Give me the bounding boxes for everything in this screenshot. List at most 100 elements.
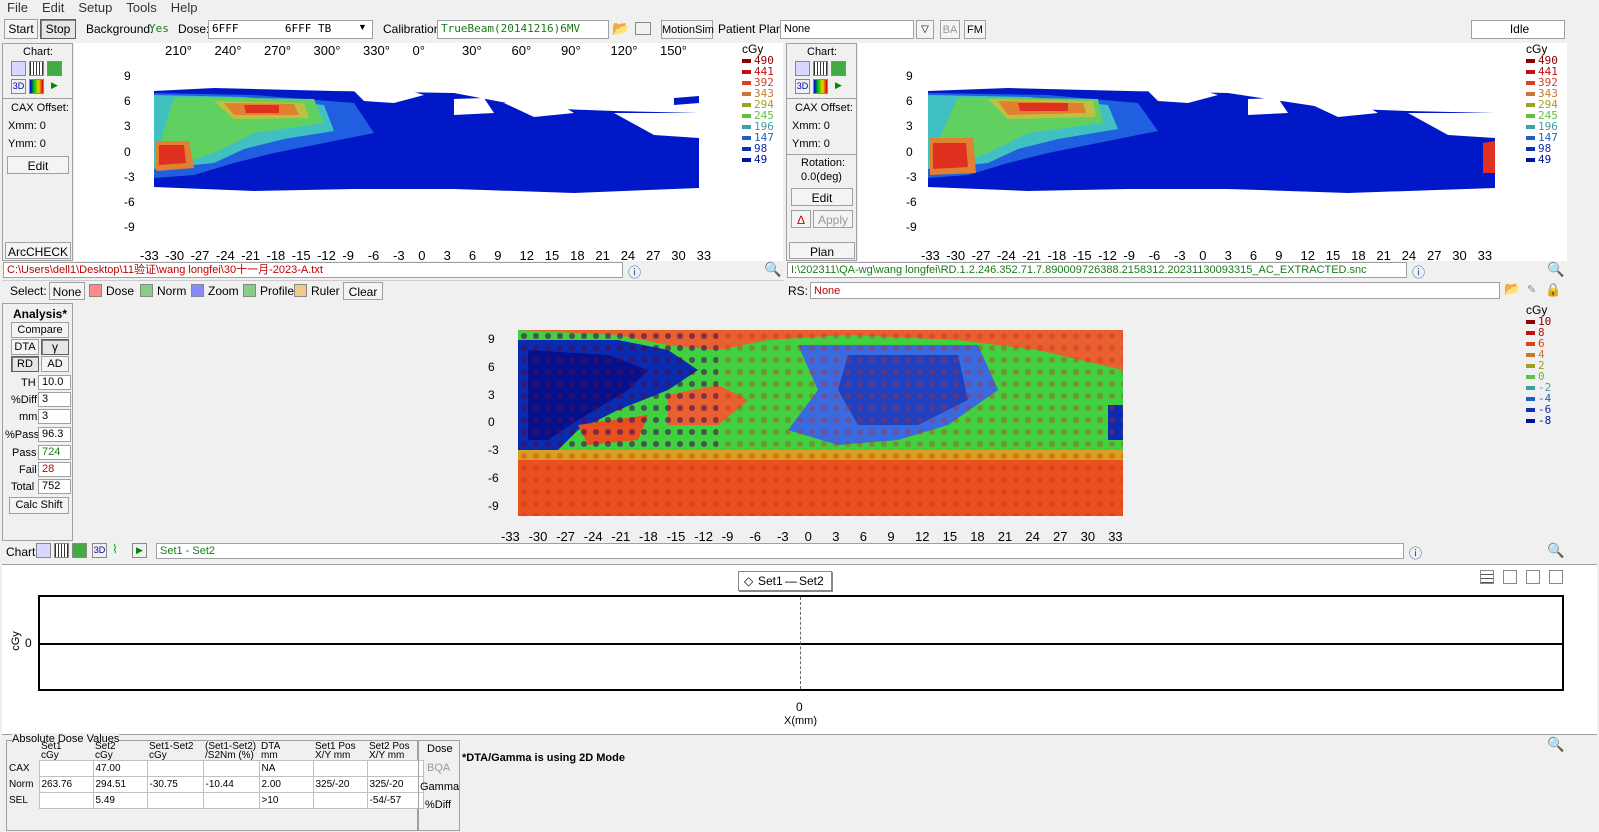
profile-plot-area[interactable]	[38, 595, 1564, 691]
colormap-icon[interactable]	[813, 79, 828, 94]
open-folder-icon[interactable]: 📂	[612, 20, 629, 37]
menu-setup[interactable]: Setup	[71, 0, 119, 16]
wave-icon[interactable]: ⌇	[112, 543, 127, 558]
gamma-button[interactable]: γ	[41, 339, 69, 355]
lock-icon[interactable]: 🔒	[1545, 282, 1561, 298]
contour-icon[interactable]	[831, 61, 846, 76]
plan-button[interactable]: Plan	[789, 242, 855, 259]
calibration-field[interactable]: TrueBeam(20141216)6MV	[437, 20, 609, 39]
blank-icon[interactable]	[635, 22, 651, 35]
bar-view-icon[interactable]	[1503, 570, 1517, 584]
play-icon[interactable]: ▶	[47, 79, 62, 94]
select-norm-label[interactable]: Norm	[157, 284, 186, 298]
ad-button[interactable]: AD	[41, 356, 69, 372]
play-icon[interactable]: ▶	[132, 543, 147, 558]
contour-icon[interactable]	[47, 61, 62, 76]
frame-view-icon[interactable]	[1526, 570, 1540, 584]
info-icon[interactable]: ⓘ	[1409, 543, 1422, 562]
chart-3d-icon[interactable]	[11, 61, 26, 76]
line-view-icon[interactable]	[1549, 570, 1563, 584]
chart-3d-icon[interactable]	[36, 543, 51, 558]
left-dose-map[interactable]	[74, 43, 783, 261]
mode-bqa[interactable]: BQA	[427, 762, 450, 774]
chevron-down-icon[interactable]: ▼	[358, 22, 367, 32]
select-zoom-label[interactable]: Zoom	[208, 284, 239, 298]
edit-button[interactable]: Edit	[791, 188, 853, 206]
info-icon[interactable]: ⓘ	[628, 262, 641, 281]
gamma-x-tick: -30	[528, 529, 548, 544]
diff-field[interactable]: 3	[38, 392, 71, 407]
filter-icon[interactable]: ▽	[916, 20, 934, 39]
mm-field[interactable]: 3	[38, 409, 71, 424]
grid-icon[interactable]	[813, 61, 828, 76]
mode-gamma[interactable]: Gamma	[420, 781, 459, 793]
colormap-icon[interactable]	[29, 79, 44, 94]
patient-plan-label: Patient Plan:	[718, 22, 787, 36]
chart-3d-icon[interactable]	[795, 61, 810, 76]
select-profile-label[interactable]: Profile	[260, 284, 294, 298]
angle-tick: 90°	[561, 43, 581, 58]
dose-icon[interactable]	[89, 284, 102, 297]
left-dose-map-panel[interactable]	[74, 43, 783, 261]
patient-plan-field[interactable]: None	[780, 20, 914, 39]
mode-dose[interactable]: Dose	[427, 743, 453, 755]
menu-tools[interactable]: Tools	[119, 0, 163, 16]
compare-button[interactable]: Compare	[11, 322, 69, 338]
left-file-path[interactable]: C:\Users\dell1\Desktop\11验证\wang longfei…	[3, 262, 623, 278]
grid-icon[interactable]	[29, 61, 44, 76]
3d-icon[interactable]: 3D	[11, 79, 26, 94]
right-dose-map[interactable]	[858, 43, 1567, 261]
arccheck-button[interactable]: ArcCHECK	[5, 242, 71, 259]
grid-icon[interactable]	[54, 543, 69, 558]
open-folder-icon[interactable]: 📂	[1504, 281, 1520, 297]
ba-button[interactable]: BA	[940, 20, 960, 39]
zoom-icon[interactable]: 🔍	[1547, 261, 1564, 278]
set2-line-icon: —	[785, 574, 797, 588]
profile-icon[interactable]	[243, 284, 256, 297]
right-dose-map-panel[interactable]	[858, 43, 1567, 261]
zoom-icon[interactable]: 🔍	[1547, 736, 1564, 753]
table-cell	[202, 760, 260, 777]
background-value[interactable]: Yes	[149, 22, 169, 35]
gamma-map-svg[interactable]	[518, 330, 1123, 516]
gamma-map[interactable]	[518, 330, 1123, 516]
dose-select[interactable]: 6FFF 6FFF TB	[208, 20, 373, 39]
select-none-button[interactable]: None	[49, 282, 85, 300]
clear-button[interactable]: Clear	[343, 282, 383, 300]
rs-field[interactable]: None	[810, 282, 1500, 299]
menu-edit[interactable]: Edit	[35, 0, 71, 16]
select-ruler-label[interactable]: Ruler	[311, 284, 340, 298]
zoom-select-icon[interactable]	[191, 284, 204, 297]
gamma-y-tick: -6	[488, 471, 499, 485]
mode-diff[interactable]: %Diff	[425, 799, 451, 811]
calc-shift-button[interactable]: Calc Shift	[9, 497, 69, 514]
fm-button[interactable]: FM	[964, 20, 986, 39]
dta-button[interactable]: DTA	[11, 339, 39, 355]
ruler-icon[interactable]	[294, 284, 307, 297]
stop-button[interactable]: Stop	[40, 19, 76, 39]
norm-icon[interactable]	[140, 284, 153, 297]
th-field[interactable]: 10.0	[38, 375, 71, 390]
right-file-path[interactable]: I:\202311\QA-wg\wang longfei\RD.1.2.246.…	[787, 262, 1407, 278]
info-icon[interactable]: ⓘ	[1412, 262, 1425, 281]
zoom-icon[interactable]: 🔍	[764, 261, 781, 278]
select-dose-label[interactable]: Dose	[106, 284, 134, 298]
3d-icon[interactable]: 3D	[795, 79, 810, 94]
apply-button[interactable]: Apply	[813, 210, 853, 228]
table-view-icon[interactable]	[1480, 570, 1494, 584]
menu-file[interactable]: File	[0, 0, 35, 16]
start-button[interactable]: Start	[4, 19, 38, 39]
contour-icon[interactable]	[72, 543, 87, 558]
edit-button[interactable]: Edit	[7, 156, 69, 174]
play-icon[interactable]: ▶	[831, 79, 846, 94]
gamma-x-tick: 15	[942, 529, 958, 544]
pen-icon[interactable]: ✎	[1527, 283, 1536, 296]
zoom-icon[interactable]: 🔍	[1547, 542, 1564, 559]
angle-icon[interactable]: ∆	[791, 210, 811, 228]
3d-icon[interactable]: 3D	[92, 543, 107, 558]
motionsim-button[interactable]: MotionSim	[661, 20, 714, 39]
menu-help[interactable]: Help	[164, 0, 205, 16]
set-diff-field[interactable]: Set1 - Set2	[156, 543, 1404, 559]
rd-button[interactable]: RD	[11, 356, 39, 372]
gamma-x-tick: -6	[749, 529, 761, 544]
